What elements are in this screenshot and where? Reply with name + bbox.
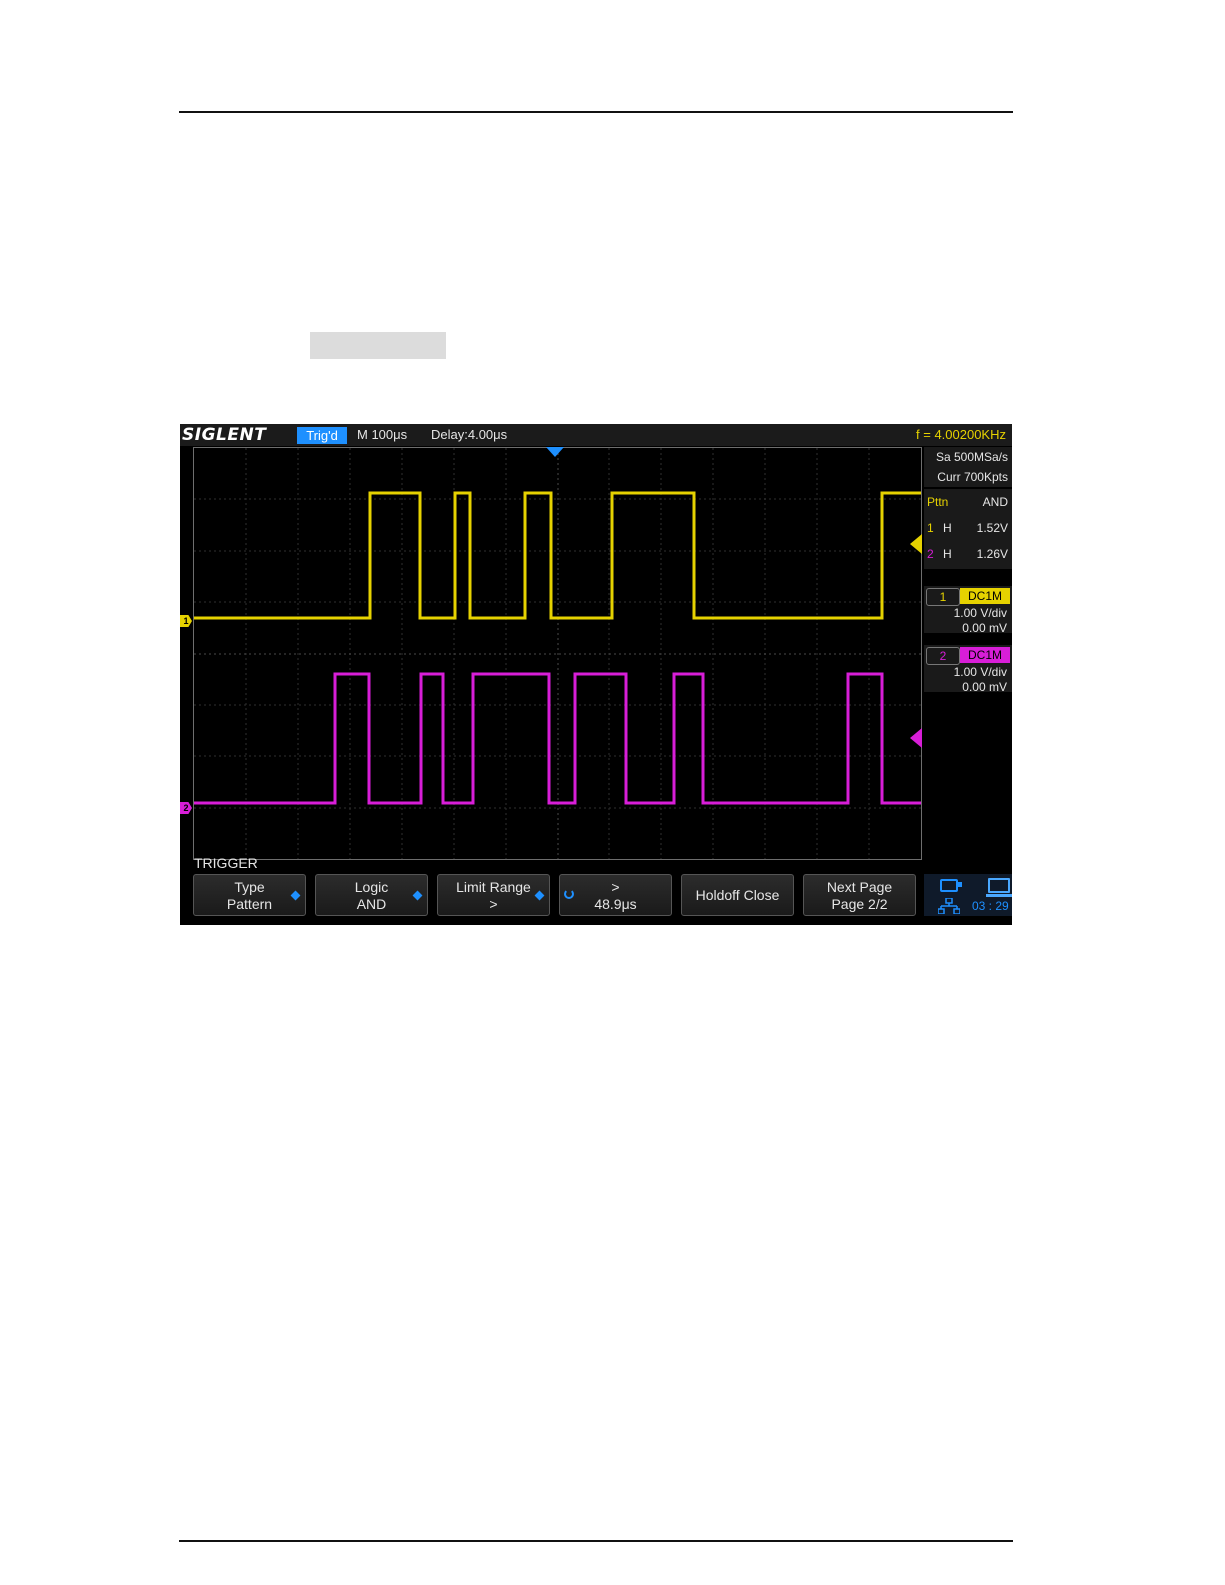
ch2-info[interactable]: 2 DC1M 1.00 V/div 0.00 mV xyxy=(924,645,1012,694)
network-icon xyxy=(938,898,960,914)
time-limit-softkey[interactable]: > 48.9μs xyxy=(559,874,672,916)
pattern-channel: 2 xyxy=(927,547,934,561)
pattern-logic: AND xyxy=(982,495,1008,509)
oscilloscope-screen: SIGLENT Trig'd M 100μs Delay:4.00μs f = … xyxy=(180,424,1012,925)
softkey-value: > xyxy=(489,896,498,912)
limit-range-softkey[interactable]: Limit Range > xyxy=(437,874,550,916)
ch1-number: 1 xyxy=(926,588,960,606)
system-status: 03 : 29 xyxy=(924,874,1012,916)
ch2-offset: 0.00 mV xyxy=(962,680,1007,694)
softkey-value: Pattern xyxy=(226,896,273,912)
ch2-coupling-badge: DC1M xyxy=(960,647,1010,663)
clock-readout: 03 : 29 xyxy=(972,899,1009,913)
ch1-info[interactable]: 1 DC1M 1.00 V/div 0.00 mV xyxy=(924,586,1012,635)
highlight-bar xyxy=(310,332,446,359)
ch1-trigger-level-marker[interactable] xyxy=(910,534,922,554)
bottom-rule xyxy=(179,1540,1013,1542)
pattern-info: Pttn AND 1 H 1.52V 2 H 1.26V xyxy=(924,489,1012,569)
menu-title: TRIGGER xyxy=(194,855,258,871)
frequency-readout: f = 4.00200KHz xyxy=(916,427,1006,442)
softkey-label: Logic xyxy=(354,879,389,895)
computer-icon xyxy=(986,878,1012,897)
pattern-title: Pttn xyxy=(927,495,949,509)
softkey-label: Type xyxy=(234,879,265,895)
logic-softkey[interactable]: Logic AND xyxy=(315,874,428,916)
softkey-label: > xyxy=(611,879,620,895)
waveform-grid xyxy=(193,447,922,860)
ch2-number: 2 xyxy=(926,647,960,665)
ch2-offset-marker[interactable]: 2 xyxy=(180,802,192,814)
ch2-trigger-level-marker[interactable] xyxy=(910,728,922,748)
top-rule xyxy=(179,111,1013,113)
ch1-offset: 0.00 mV xyxy=(962,621,1007,635)
softkey-value: 48.9μs xyxy=(594,896,637,912)
brand-logo: SIGLENT xyxy=(182,425,267,445)
pattern-header: Pttn AND xyxy=(924,489,1012,515)
softkey-label: Next Page xyxy=(826,879,893,895)
pattern-row-ch2: 2 H 1.26V xyxy=(924,541,1012,567)
ch2-scale: 1.00 V/div xyxy=(953,665,1007,679)
waveform-display xyxy=(194,448,921,859)
softkey-value: AND xyxy=(356,896,387,912)
grid-lines xyxy=(194,448,921,859)
softkey-value: Page 2/2 xyxy=(831,896,888,912)
ch1-coupling-badge: DC1M xyxy=(960,588,1010,604)
pattern-channel: 1 xyxy=(927,521,934,535)
holdoff-softkey[interactable]: Holdoff Close xyxy=(681,874,794,916)
next-page-softkey[interactable]: Next Page Page 2/2 xyxy=(803,874,916,916)
pattern-level: 1.26V xyxy=(976,547,1008,561)
softkey-label: Holdoff Close xyxy=(695,887,780,903)
trigger-status-badge: Trig'd xyxy=(297,427,347,444)
delay-readout[interactable]: Delay:4.00μs xyxy=(431,424,507,446)
sample-rate: Sa 500MSa/s xyxy=(935,450,1008,464)
type-softkey[interactable]: Type Pattern xyxy=(193,874,306,916)
pattern-state: H xyxy=(943,521,952,535)
timebase-readout[interactable]: M 100μs xyxy=(357,424,407,446)
status-bar: SIGLENT Trig'd M 100μs Delay:4.00μs f = … xyxy=(180,424,1012,446)
trigger-position-icon[interactable] xyxy=(546,447,564,457)
softkey-label: Limit Range xyxy=(456,879,531,895)
pattern-state: H xyxy=(943,547,952,561)
acquisition-info: Sa 500MSa/s Curr 700Kpts xyxy=(924,447,1012,487)
usb-icon xyxy=(940,879,962,892)
memory-depth: Curr 700Kpts xyxy=(937,470,1008,484)
pattern-row-ch1: 1 H 1.52V xyxy=(924,515,1012,541)
pattern-level: 1.52V xyxy=(976,521,1008,535)
ch1-offset-marker[interactable]: 1 xyxy=(180,615,192,627)
ch1-scale: 1.00 V/div xyxy=(953,606,1007,620)
